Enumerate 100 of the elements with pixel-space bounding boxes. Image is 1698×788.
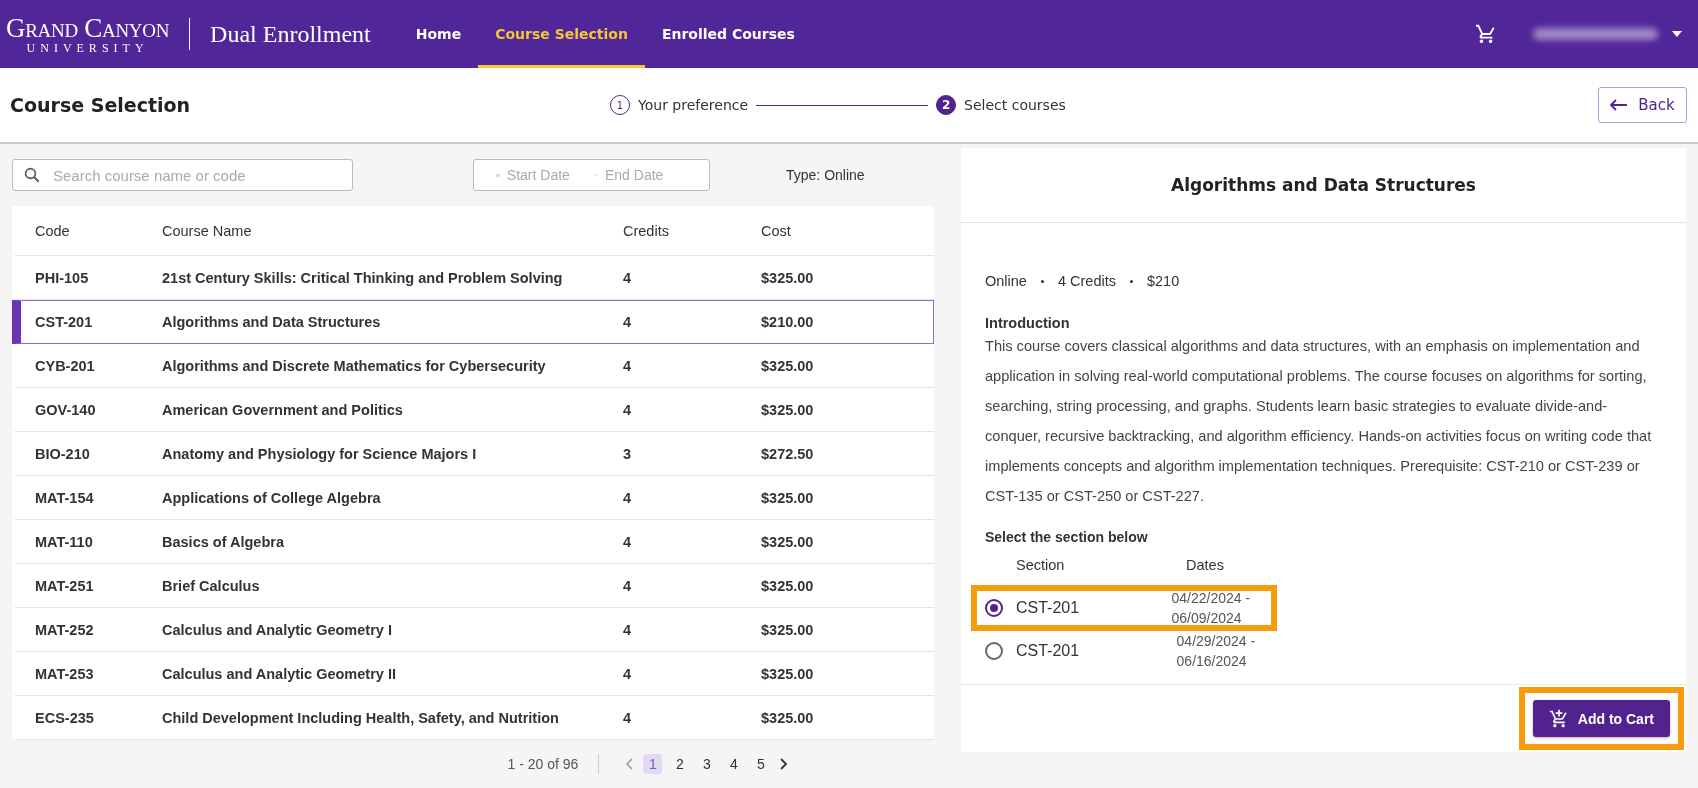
table-cell-text: ECS-235 (34, 709, 95, 726)
table-cell-text: CYB-201 (34, 357, 96, 374)
date-range-field[interactable]: Start Date End Date (473, 159, 710, 191)
table-cell-text: Algorithms and Discrete Mathematics for Cybersecurity (162, 357, 547, 374)
page-title: Course Selection (10, 94, 192, 116)
table-cell-text: 4 (623, 533, 633, 550)
table-cell-text: 4 (623, 357, 633, 374)
table-cell-text: Basics of Algebra (162, 533, 285, 550)
course-row[interactable]: ECS-235 Child Development Including Health, Safety, and Nutrition 4 $325.00 (12, 696, 934, 740)
table-cell-text: 4 (623, 621, 633, 638)
bullet-icon (1129, 279, 1133, 283)
back-button[interactable]: Back (1598, 87, 1687, 123)
table-cell-text: 4 (623, 269, 633, 286)
table-cell-text: 4 (623, 489, 633, 506)
table-cell-text: MAT-252 (34, 621, 95, 638)
start-date-field[interactable]: Start Date (504, 166, 589, 184)
search-field[interactable]: Search course name or code (12, 159, 353, 191)
page-link[interactable]: 4 (724, 754, 744, 774)
app-title: Dual Enrollment (210, 20, 371, 48)
course-meta: $210 (1146, 273, 1180, 289)
course-row[interactable]: MAT-253 Calculus and Analytic Geometry II 4 $325.00 (12, 652, 934, 696)
table-cell-text: 21st Century Skills: Critical Thinking and Problem Solving (162, 269, 564, 286)
radio-button[interactable] (985, 642, 1003, 660)
table-cell-text: $272.50 (761, 445, 815, 462)
end-date-field[interactable]: End Date (603, 166, 687, 184)
page-link[interactable]: 5 (751, 754, 771, 774)
course-row[interactable]: GOV-140 American Government and Politics 4 $325.00 (12, 388, 934, 432)
column-header: Dates (1186, 557, 1224, 573)
table-cell-text: Anatomy and Physiology for Science Majors I (162, 445, 478, 462)
section-heading: Select the section below (985, 529, 1149, 545)
radio-button[interactable] (985, 599, 1003, 617)
table-cell-text: $325.00 (761, 533, 815, 550)
table-cell-text: Calculus and Analytic Geometry I (162, 621, 393, 638)
chevron-left-icon[interactable] (625, 757, 636, 771)
column-header: Course Name (162, 222, 253, 239)
page-link[interactable]: 2 (670, 754, 690, 774)
page-range: 1 - 20 of 96 (507, 756, 579, 772)
arrow-right-icon (593, 171, 598, 179)
add-to-cart-button[interactable]: Add to Cart (1532, 700, 1670, 737)
course-meta: 4 Credits (1057, 273, 1116, 289)
arrow-left-icon (1610, 99, 1629, 111)
column-header: Cost (761, 222, 792, 239)
table-cell-text: Calculus and Analytic Geometry II (162, 665, 397, 682)
table-cell-text: CST-201 (34, 314, 94, 330)
table-cell-text: BIO-210 (34, 445, 91, 462)
table-cell-text: $325.00 (761, 577, 815, 594)
table-cell-text: 4 (623, 401, 633, 418)
table-cell-text: 4 (623, 314, 633, 330)
table-cell-text: MAT-154 (34, 489, 95, 506)
step-number: 2 (936, 95, 957, 115)
nav-link[interactable]: Home (398, 0, 479, 68)
type-label: Type: Online (786, 167, 865, 183)
section-dates: 04/29/2024 - 06/16/2024 (1176, 632, 1257, 671)
page-link[interactable]: 3 (697, 754, 717, 774)
chevron-right-icon[interactable] (778, 757, 789, 771)
table-cell-text: $325.00 (761, 621, 815, 638)
table-cell-text: $325.00 (761, 357, 815, 374)
course-meta: Online (985, 273, 1027, 289)
cart-plus-icon (1548, 708, 1569, 729)
course-row[interactable]: MAT-251 Brief Calculus 4 $325.00 (12, 564, 934, 608)
table-cell-text: $325.00 (761, 665, 815, 682)
table-cell-text: MAT-110 (34, 533, 94, 550)
nav-link[interactable]: Enrolled Courses (644, 0, 812, 68)
university-logo[interactable]: Grand Canyon UNIVERSITY (6, 14, 170, 54)
course-title: Algorithms and Data Structures (1171, 175, 1476, 195)
table-cell-text: Algorithms and Data Structures (162, 314, 382, 330)
table-cell-text: American Government and Politics (162, 401, 404, 418)
table-cell-text: Brief Calculus (162, 577, 261, 594)
table-cell-text: 4 (623, 577, 633, 594)
table-cell-text: $325.00 (761, 401, 815, 418)
table-cell-text: $325.00 (761, 489, 815, 506)
course-description: This course covers classical algorithms and data structures, with an emphasis on implementation and application in solving real-world computational problems. The course focuses on algorithms for sorting, searching, string processing, and graphs. Students learn basic strategies to evaluate divide-and-conquer, recursive backtracking, and algorithm efficiency. Hands-on activities focus on writing code that implements concepts and algorithm implementation techniques. Prerequisite: CST-210 or CST-239 or CST-135 or CST-250 or CST-227. (985, 337, 1653, 506)
section-dates: 04/22/2024 - 06/09/2024 (1171, 589, 1252, 628)
column-header: Credits (623, 222, 670, 239)
section-heading: Introduction (985, 315, 1071, 331)
section-name: CST-201 (1016, 642, 1081, 660)
table-cell-text: MAT-253 (34, 665, 95, 682)
table-cell-text: $325.00 (761, 269, 815, 286)
course-row[interactable]: MAT-252 Calculus and Analytic Geometry I 4 $325.00 (12, 608, 934, 652)
search-icon (23, 166, 41, 184)
course-row[interactable]: CYB-201 Algorithms and Discrete Mathematics for Cybersecurity 4 $325.00 (12, 344, 934, 388)
cart-icon[interactable] (1475, 23, 1497, 45)
course-row[interactable]: CST-201 Algorithms and Data Structures 4 $210.00 (12, 300, 934, 344)
page-link[interactable]: 1 (643, 754, 663, 774)
course-row[interactable]: MAT-154 Applications of College Algebra 4 $325.00 (12, 476, 934, 520)
table-cell-text: GOV-140 (34, 401, 97, 418)
table-cell-text: 4 (623, 709, 633, 726)
course-row[interactable]: BIO-210 Anatomy and Physiology for Science Majors I 3 $272.50 (12, 432, 934, 476)
section-name: CST-201 (1016, 599, 1081, 617)
table-cell-text: Child Development Including Health, Safety, and Nutrition (162, 709, 560, 726)
table-cell-text: Applications of College Algebra (162, 489, 382, 506)
course-row[interactable]: PHI-105 21st Century Skills: Critical Thinking and Problem Solving 4 $325.00 (12, 256, 934, 300)
table-cell-text: $325.00 (761, 709, 815, 726)
highlighted-section-option[interactable]: CST-201 04/22/2024 - 06/09/2024 (971, 585, 1277, 631)
course-row[interactable]: MAT-110 Basics of Algebra 4 $325.00 (12, 520, 934, 564)
section-option[interactable]: CST-201 04/29/2024 - 06/16/2024 (977, 631, 1271, 671)
table-cell-text: PHI-105 (34, 269, 90, 286)
table-cell-text: 3 (623, 445, 633, 462)
column-header: Code (34, 222, 71, 239)
caret-icon[interactable] (1672, 31, 1682, 37)
